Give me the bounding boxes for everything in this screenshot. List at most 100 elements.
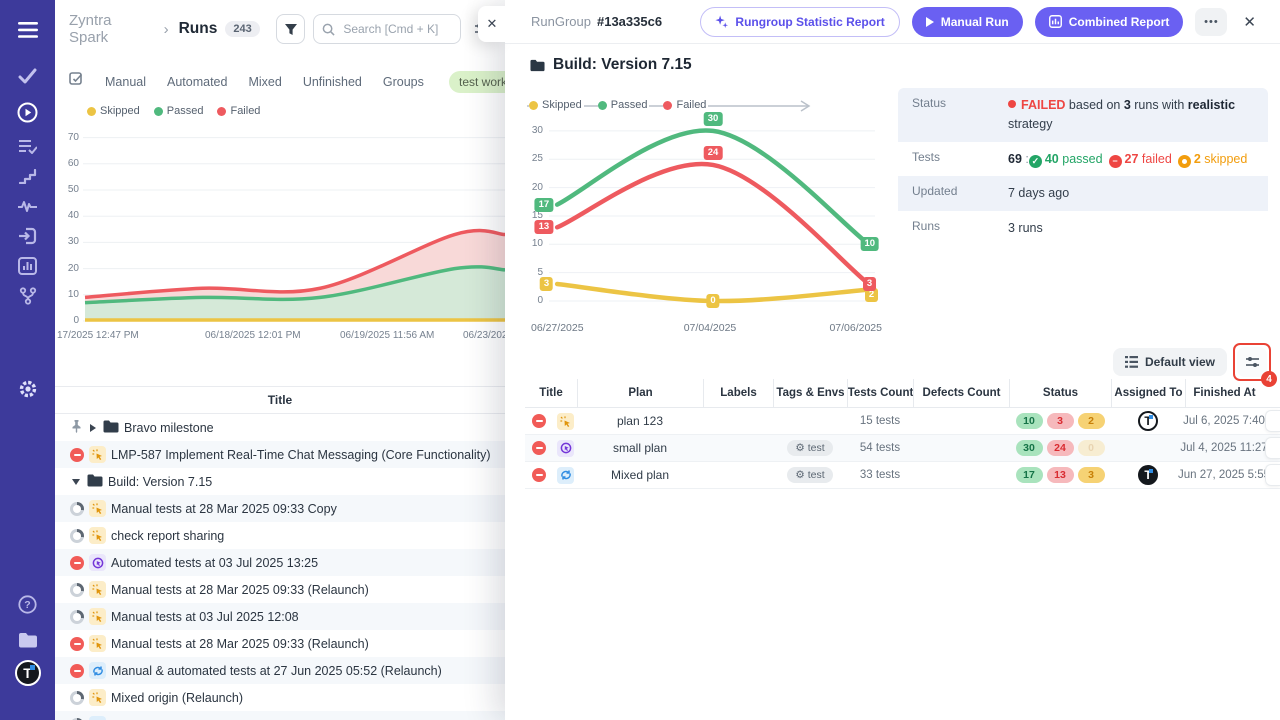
run-list-item[interactable] — [55, 711, 505, 720]
row-actions-button[interactable] — [1265, 464, 1280, 486]
close-icon: ✕ — [487, 16, 498, 32]
caret-down-icon[interactable] — [72, 479, 80, 485]
run-list-item[interactable]: Build: Version 7.15 — [55, 468, 505, 495]
row-actions-button[interactable] — [1265, 437, 1280, 459]
select-runs-icon[interactable] — [69, 72, 84, 92]
pulse-icon[interactable] — [0, 194, 55, 218]
breadcrumb-separator: › — [164, 21, 169, 38]
manual-run-icon — [89, 689, 106, 706]
point-label-passed: 10 — [860, 237, 879, 251]
run-list-item[interactable]: LMP-587 Implement Real-Time Chat Messagi… — [55, 441, 505, 468]
check-icon[interactable] — [0, 64, 55, 88]
run-list-item[interactable]: Manual & automated tests at 27 Jun 2025 … — [55, 657, 505, 684]
column-header-plan[interactable]: Plan — [577, 379, 703, 407]
rungroup-id: #13a335c6 — [597, 14, 662, 29]
info-text: passed — [1059, 152, 1103, 166]
steps-icon[interactable] — [0, 164, 55, 188]
report-icon[interactable] — [0, 254, 55, 278]
tab-manual[interactable]: Manual — [105, 75, 146, 89]
x-tick-label: 07/06/2025 — [829, 322, 882, 334]
gear-icon[interactable] — [0, 377, 55, 401]
info-text: 69 — [1008, 152, 1022, 166]
run-list-item[interactable]: Mixed origin (Relaunch) — [55, 684, 505, 711]
legend-item-skipped: Skipped — [529, 99, 584, 111]
play-circle-icon[interactable] — [0, 100, 55, 124]
run-list-item[interactable]: Manual tests at 28 Mar 2025 09:33 (Relau… — [55, 630, 505, 657]
more-actions-button[interactable]: ••• — [1195, 8, 1227, 36]
runs-list-header: Title — [55, 386, 505, 414]
failed-status-icon — [70, 664, 84, 678]
y-tick-label: 60 — [55, 158, 79, 169]
cell-plan: small plan — [577, 441, 703, 455]
manual-run-icon — [557, 413, 574, 430]
cell-plan: plan 123 — [577, 414, 703, 428]
left-chart-x-labels: 17/2025 12:47 PM06/18/2025 12:01 PM06/19… — [55, 330, 505, 344]
run-title: Build: Version 7.15 — [108, 475, 212, 489]
line-chart-legend: SkippedPassedFailed — [529, 96, 708, 114]
cell-tags: ⚙ test — [773, 467, 847, 483]
column-header-assigned-to[interactable]: Assigned To — [1111, 379, 1185, 407]
play-icon — [926, 17, 934, 27]
legend-label: Skipped — [542, 99, 582, 111]
legend-label: Passed — [167, 105, 204, 117]
default-view-button[interactable]: Default view — [1113, 348, 1227, 376]
column-header-tests-count[interactable]: Tests Count — [847, 379, 913, 407]
help-icon[interactable]: ? — [0, 592, 55, 616]
run-title: Automated tests at 03 Jul 2025 13:25 — [111, 556, 318, 570]
import-icon[interactable] — [0, 224, 55, 248]
folder-icon[interactable] — [0, 628, 55, 652]
info-text: 2 — [1194, 152, 1201, 166]
run-list-item[interactable]: Bravo milestone — [55, 414, 505, 441]
manual-run-button[interactable]: Manual Run — [912, 7, 1023, 37]
filter-button[interactable] — [276, 14, 306, 44]
x-tick-label: 06/27/2025 — [531, 322, 584, 334]
info-text: skipped — [1201, 152, 1248, 166]
tab-automated[interactable]: Automated — [167, 75, 227, 89]
run-list-item[interactable]: Manual tests at 28 Mar 2025 09:33 Copy — [55, 495, 505, 522]
rungroup-drawer: ✕ RunGroup #13a335c6 Rungroup Statistic … — [505, 0, 1280, 720]
tab-mixed[interactable]: Mixed — [248, 75, 281, 89]
caret-right-icon[interactable] — [90, 424, 96, 432]
cell-status: 1032 — [1009, 413, 1111, 429]
rungroup-runs-table: TitlePlanLabelsTags & EnvsTests CountDef… — [525, 379, 1280, 489]
rungroup-statistic-report-button[interactable]: Rungroup Statistic Report — [700, 7, 899, 37]
drawer-close-button[interactable]: ✕ — [1243, 13, 1256, 31]
failed-status-icon — [70, 448, 84, 462]
status-pill: 0 — [1078, 440, 1105, 456]
run-list-item[interactable]: Automated tests at 03 Jul 2025 13:25 — [55, 549, 505, 576]
row-actions-button[interactable] — [1265, 410, 1280, 432]
column-header-defects-count[interactable]: Defects Count — [913, 379, 1009, 407]
tab-unfinished[interactable]: Unfinished — [303, 75, 362, 89]
breadcrumb-project[interactable]: Zyntra Spark — [69, 12, 154, 46]
column-header-labels[interactable]: Labels — [703, 379, 773, 407]
menu-icon[interactable] — [0, 18, 55, 42]
tab-groups[interactable]: Groups — [383, 75, 424, 89]
failed-status-icon — [532, 441, 546, 455]
info-text: strategy — [1008, 117, 1052, 131]
run-list-item[interactable]: Manual tests at 28 Mar 2025 09:33 (Relau… — [55, 576, 505, 603]
table-row[interactable]: plan 12315 tests1032TJul 6, 2025 7:40 — [525, 408, 1280, 435]
table-row[interactable]: small plan⚙ test54 tests30240Jul 4, 2025… — [525, 435, 1280, 462]
automated-run-icon — [89, 554, 106, 571]
run-list-item[interactable]: Manual tests at 03 Jul 2025 12:08 — [55, 603, 505, 630]
user-avatar[interactable]: T — [0, 661, 55, 685]
info-text: FAILED — [1021, 98, 1065, 112]
branch-icon[interactable] — [0, 284, 55, 308]
column-header-tags-envs[interactable]: Tags & Envs — [773, 379, 847, 407]
combined-report-button[interactable]: Combined Report — [1035, 7, 1184, 37]
x-tick-label: 17/2025 12:47 PM — [57, 330, 139, 341]
column-header-finished-at[interactable]: Finished At — [1185, 379, 1263, 407]
column-header-title[interactable]: Title — [525, 379, 577, 407]
list-check-icon[interactable] — [0, 134, 55, 158]
run-list-item[interactable]: check report sharing — [55, 522, 505, 549]
search-input[interactable] — [341, 21, 451, 37]
column-header-status[interactable]: Status — [1009, 379, 1111, 407]
info-text: 7 days ago — [1008, 186, 1069, 200]
runs-tabs: Manual Automated Mixed Unfinished Groups test… — [69, 70, 505, 94]
drawer-close-tab[interactable]: ✕ — [478, 6, 506, 42]
status-pill: 13 — [1047, 467, 1074, 483]
filter-pill-test-work[interactable]: test work — [449, 71, 505, 93]
run-title: Mixed origin (Relaunch) — [111, 691, 243, 705]
status-pill: 30 — [1016, 440, 1043, 456]
table-row[interactable]: Mixed plan⚙ test33 tests17133TJun 27, 20… — [525, 462, 1280, 489]
